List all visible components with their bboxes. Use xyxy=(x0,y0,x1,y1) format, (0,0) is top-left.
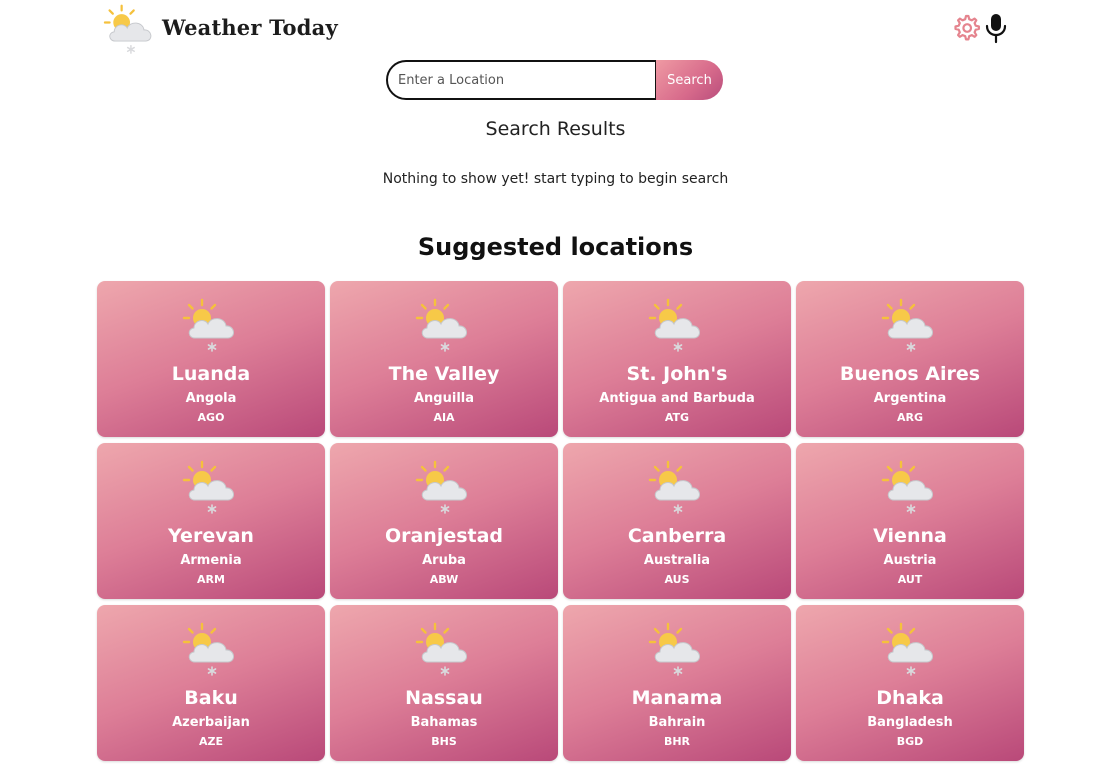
card-city: Dhaka xyxy=(876,687,944,709)
card-city: Nassau xyxy=(405,687,483,709)
card-country: Armenia xyxy=(180,553,242,568)
card-country-code: AZE xyxy=(198,735,223,748)
location-card[interactable]: The Valley Anguilla AIA xyxy=(330,281,558,437)
card-country-code: ARM xyxy=(197,573,225,586)
card-country-code: BHS xyxy=(431,735,457,748)
sun-cloud-snow-icon xyxy=(414,459,474,515)
location-card[interactable]: Luanda Angola AGO xyxy=(97,281,325,437)
card-city: Canberra xyxy=(627,525,727,547)
gear-icon[interactable] xyxy=(951,13,981,43)
app-title: Weather Today xyxy=(162,15,338,40)
sun-cloud-snow-icon xyxy=(880,297,940,353)
sun-cloud-snow-icon xyxy=(880,459,940,515)
sun-cloud-snow-icon xyxy=(647,621,707,677)
location-card[interactable]: Oranjestad Aruba ABW xyxy=(330,443,558,599)
card-city: Yerevan xyxy=(168,525,254,547)
card-country-code: AUT xyxy=(897,573,923,586)
sun-cloud-snow-icon xyxy=(181,459,241,515)
card-country-code: AIA xyxy=(433,411,455,424)
card-country: Azerbaijan xyxy=(172,715,250,730)
search-results-empty-message: Nothing to show yet! start typing to beg… xyxy=(382,171,729,187)
card-city: Oranjestad xyxy=(384,525,504,547)
card-country-code: AGO xyxy=(197,411,225,424)
card-city: Vienna xyxy=(873,525,947,547)
card-country: Anguilla xyxy=(413,391,475,406)
location-card[interactable]: St. John's Antigua and Barbuda ATG xyxy=(563,281,791,437)
card-city: St. John's xyxy=(626,363,728,385)
sun-cloud-snow-icon xyxy=(880,621,940,677)
sun-cloud-snow-icon xyxy=(647,459,707,515)
location-card[interactable]: Dhaka Bangladesh BGD xyxy=(796,605,1024,761)
card-country-code: BGD xyxy=(896,735,924,748)
card-country: Bahamas xyxy=(410,715,478,730)
location-card[interactable]: Yerevan Armenia ARM xyxy=(97,443,325,599)
sun-cloud-snow-icon xyxy=(414,621,474,677)
card-country-code: BHR xyxy=(663,735,691,748)
search-results-heading: Search Results xyxy=(485,118,626,140)
sun-cloud-snow-icon xyxy=(647,297,707,353)
sun-cloud-snow-icon xyxy=(414,297,474,353)
suggested-locations-heading: Suggested locations xyxy=(417,233,694,261)
location-search-input[interactable] xyxy=(386,60,657,100)
card-country: Antigua and Barbuda xyxy=(599,391,755,406)
card-country: Bahrain xyxy=(648,715,706,730)
card-country-code: ABW xyxy=(429,573,459,586)
card-city: Luanda xyxy=(171,363,251,385)
search-button[interactable]: Search xyxy=(656,60,723,100)
sun-cloud-snow-icon xyxy=(181,621,241,677)
card-country: Bangladesh xyxy=(867,715,953,730)
card-country: Aruba xyxy=(422,553,466,568)
location-card[interactable]: Manama Bahrain BHR xyxy=(563,605,791,761)
card-country: Austria xyxy=(883,553,937,568)
card-city: Manama xyxy=(631,687,723,709)
card-city: Buenos Aires xyxy=(839,363,981,385)
location-card[interactable]: Baku Azerbaijan AZE xyxy=(97,605,325,761)
card-city: The Valley xyxy=(388,363,500,385)
card-country: Angola xyxy=(185,391,237,406)
suggested-locations-grid: Luanda Angola AGO The Valley Anguilla AI… xyxy=(97,281,1026,761)
app-header: Weather Today xyxy=(0,0,1111,58)
card-country: Argentina xyxy=(873,391,947,406)
card-country: Australia xyxy=(643,553,711,568)
location-card[interactable]: Canberra Australia AUS xyxy=(563,443,791,599)
microphone-icon[interactable] xyxy=(983,12,1009,44)
card-city: Baku xyxy=(184,687,238,709)
location-card[interactable]: Vienna Austria AUT xyxy=(796,443,1024,599)
card-country-code: ARG xyxy=(896,411,923,424)
card-country-code: ATG xyxy=(664,411,690,424)
location-card[interactable]: Nassau Bahamas BHS xyxy=(330,605,558,761)
card-country-code: AUS xyxy=(664,573,690,586)
location-card[interactable]: Buenos Aires Argentina ARG xyxy=(796,281,1024,437)
sun-cloud-snow-icon xyxy=(181,297,241,353)
sun-cloud-snow-icon xyxy=(101,3,159,55)
